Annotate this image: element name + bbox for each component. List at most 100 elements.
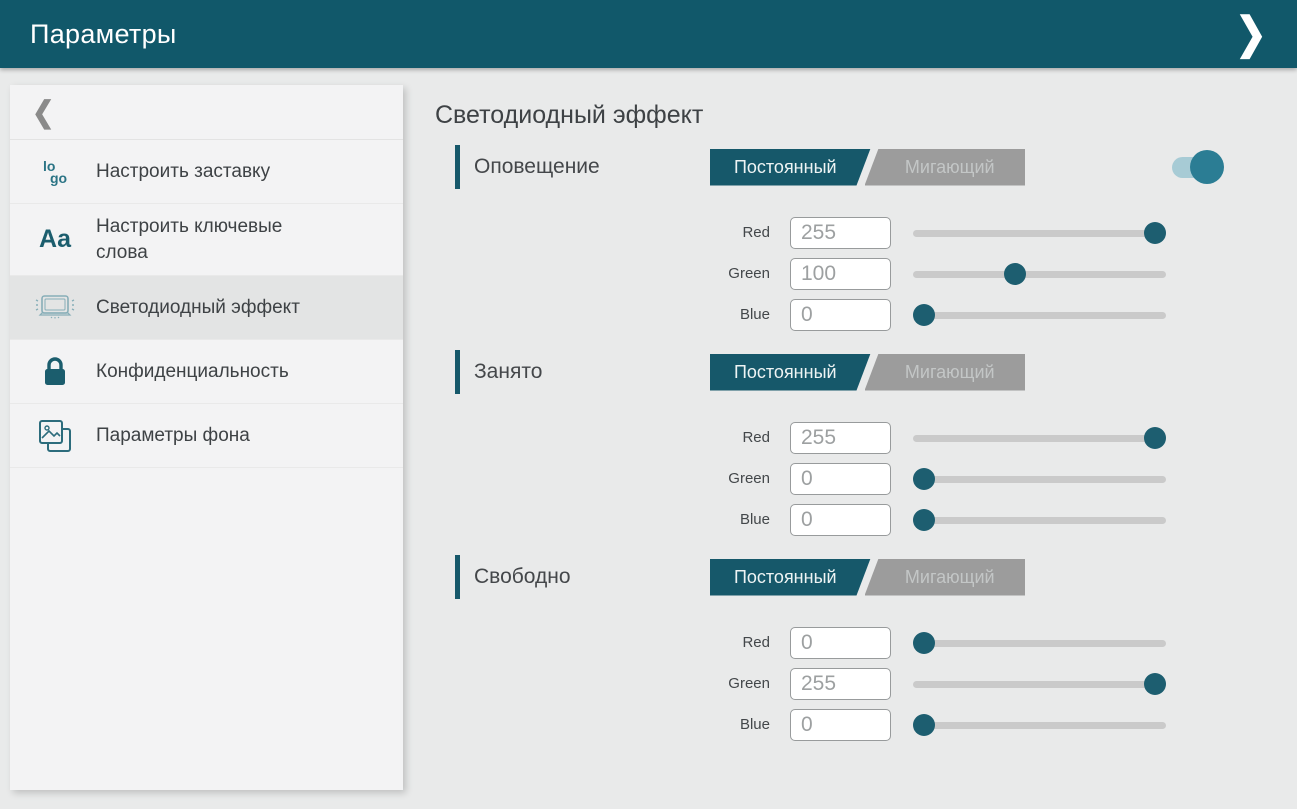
- sidebar-item-label: Параметры фона: [96, 423, 250, 449]
- sidebar-item-splash-screen[interactable]: logo Настроить заставку: [10, 140, 403, 204]
- section-accent-bar: [455, 555, 460, 599]
- slider-thumb[interactable]: [913, 304, 935, 326]
- mode-constant-button[interactable]: Постоянный: [710, 149, 871, 186]
- red-label: Red: [435, 429, 790, 446]
- section-accent-bar: [455, 145, 460, 189]
- red-label: Red: [435, 634, 790, 651]
- blue-label: Blue: [435, 716, 790, 733]
- blue-input[interactable]: [790, 709, 891, 741]
- sidebar-item-led-effect[interactable]: Светодиодный эффект: [10, 276, 403, 340]
- rgb-row-red: Red: [435, 212, 1297, 253]
- green-label: Green: [435, 470, 790, 487]
- sidebar-item-keywords[interactable]: Aa Настроить ключевые слова: [10, 204, 403, 276]
- chevron-right-icon[interactable]: ❯: [1229, 8, 1273, 61]
- rgb-row-blue: Blue: [435, 704, 1297, 745]
- blue-label: Blue: [435, 511, 790, 528]
- slider-track: [913, 476, 1166, 483]
- red-input[interactable]: [790, 422, 891, 454]
- blue-input[interactable]: [790, 299, 891, 331]
- green-slider[interactable]: [913, 468, 1166, 490]
- keywords-icon: Aa: [32, 225, 78, 254]
- background-icon: [32, 418, 78, 454]
- rgb-group-notification: Red Green Blue: [435, 212, 1297, 335]
- green-label: Green: [435, 675, 790, 692]
- slider-track: [913, 517, 1166, 524]
- mode-toggle: Постоянный Мигающий: [710, 559, 1025, 596]
- red-input[interactable]: [790, 217, 891, 249]
- green-slider[interactable]: [913, 263, 1166, 285]
- sidebar-item-privacy[interactable]: Конфиденциальность: [10, 340, 403, 404]
- mode-blinking-button[interactable]: Мигающий: [865, 149, 1026, 186]
- section-accent-bar: [455, 350, 460, 394]
- main-content: Светодиодный эффект Оповещение Постоянны…: [435, 68, 1297, 809]
- sidebar-item-label: Конфиденциальность: [96, 359, 289, 385]
- green-input[interactable]: [790, 668, 891, 700]
- rgb-row-green: Green: [435, 458, 1297, 499]
- slider-thumb[interactable]: [1144, 222, 1166, 244]
- section-header-busy: Занято Постоянный Мигающий: [435, 350, 1297, 394]
- red-slider[interactable]: [913, 427, 1166, 449]
- slider-thumb[interactable]: [1004, 263, 1026, 285]
- blue-label: Blue: [435, 306, 790, 323]
- slider-track: [913, 271, 1166, 278]
- mode-blinking-button[interactable]: Мигающий: [865, 354, 1026, 391]
- green-input[interactable]: [790, 463, 891, 495]
- notification-toggle-switch[interactable]: [1172, 150, 1224, 184]
- page-title: Параметры: [30, 19, 177, 50]
- app-header: Параметры ❯: [0, 0, 1297, 68]
- section-label: Занято: [474, 360, 710, 384]
- lock-icon: [32, 356, 78, 388]
- blue-slider[interactable]: [913, 304, 1166, 326]
- slider-track: [913, 681, 1166, 688]
- section-header-notification: Оповещение Постоянный Мигающий: [435, 145, 1297, 189]
- red-slider[interactable]: [913, 632, 1166, 654]
- green-label: Green: [435, 265, 790, 282]
- slider-track: [913, 230, 1166, 237]
- chevron-left-icon: ❮: [32, 95, 55, 129]
- sidebar-item-label: Настроить заставку: [96, 159, 270, 185]
- rgb-row-blue: Blue: [435, 499, 1297, 540]
- red-slider[interactable]: [913, 222, 1166, 244]
- section-header-free: Свободно Постоянный Мигающий: [435, 555, 1297, 599]
- slider-track: [913, 640, 1166, 647]
- slider-track: [913, 312, 1166, 319]
- blue-slider[interactable]: [913, 509, 1166, 531]
- rgb-row-blue: Blue: [435, 294, 1297, 335]
- rgb-row-red: Red: [435, 417, 1297, 458]
- green-slider[interactable]: [913, 673, 1166, 695]
- mode-constant-button[interactable]: Постоянный: [710, 559, 871, 596]
- content-title: Светодиодный эффект: [435, 101, 1297, 130]
- sidebar-item-label: Светодиодный эффект: [96, 295, 300, 321]
- blue-input[interactable]: [790, 504, 891, 536]
- mode-constant-button[interactable]: Постоянный: [710, 354, 871, 391]
- rgb-group-free: Red Green Blue: [435, 622, 1297, 745]
- led-effect-icon: [32, 293, 78, 323]
- rgb-group-busy: Red Green Blue: [435, 417, 1297, 540]
- sidebar: ❮ logo Настроить заставку Aa Настроить к…: [10, 85, 403, 790]
- slider-thumb[interactable]: [1144, 427, 1166, 449]
- slider-thumb[interactable]: [913, 632, 935, 654]
- section-label: Свободно: [474, 565, 710, 589]
- slider-thumb[interactable]: [913, 509, 935, 531]
- section-label: Оповещение: [474, 155, 710, 179]
- slider-thumb[interactable]: [913, 468, 935, 490]
- rgb-row-red: Red: [435, 622, 1297, 663]
- red-input[interactable]: [790, 627, 891, 659]
- slider-track: [913, 722, 1166, 729]
- mode-blinking-button[interactable]: Мигающий: [865, 559, 1026, 596]
- logo-icon: logo: [32, 160, 78, 184]
- sidebar-item-background[interactable]: Параметры фона: [10, 404, 403, 468]
- rgb-row-green: Green: [435, 253, 1297, 294]
- sidebar-back-button[interactable]: ❮: [10, 85, 403, 140]
- slider-thumb[interactable]: [913, 714, 935, 736]
- green-input[interactable]: [790, 258, 891, 290]
- blue-slider[interactable]: [913, 714, 1166, 736]
- slider-thumb[interactable]: [1144, 673, 1166, 695]
- rgb-row-green: Green: [435, 663, 1297, 704]
- switch-thumb: [1190, 150, 1224, 184]
- mode-toggle: Постоянный Мигающий: [710, 354, 1025, 391]
- red-label: Red: [435, 224, 790, 241]
- sidebar-item-label: Настроить ключевые слова: [96, 214, 326, 265]
- mode-toggle: Постоянный Мигающий: [710, 149, 1025, 186]
- slider-track: [913, 435, 1166, 442]
